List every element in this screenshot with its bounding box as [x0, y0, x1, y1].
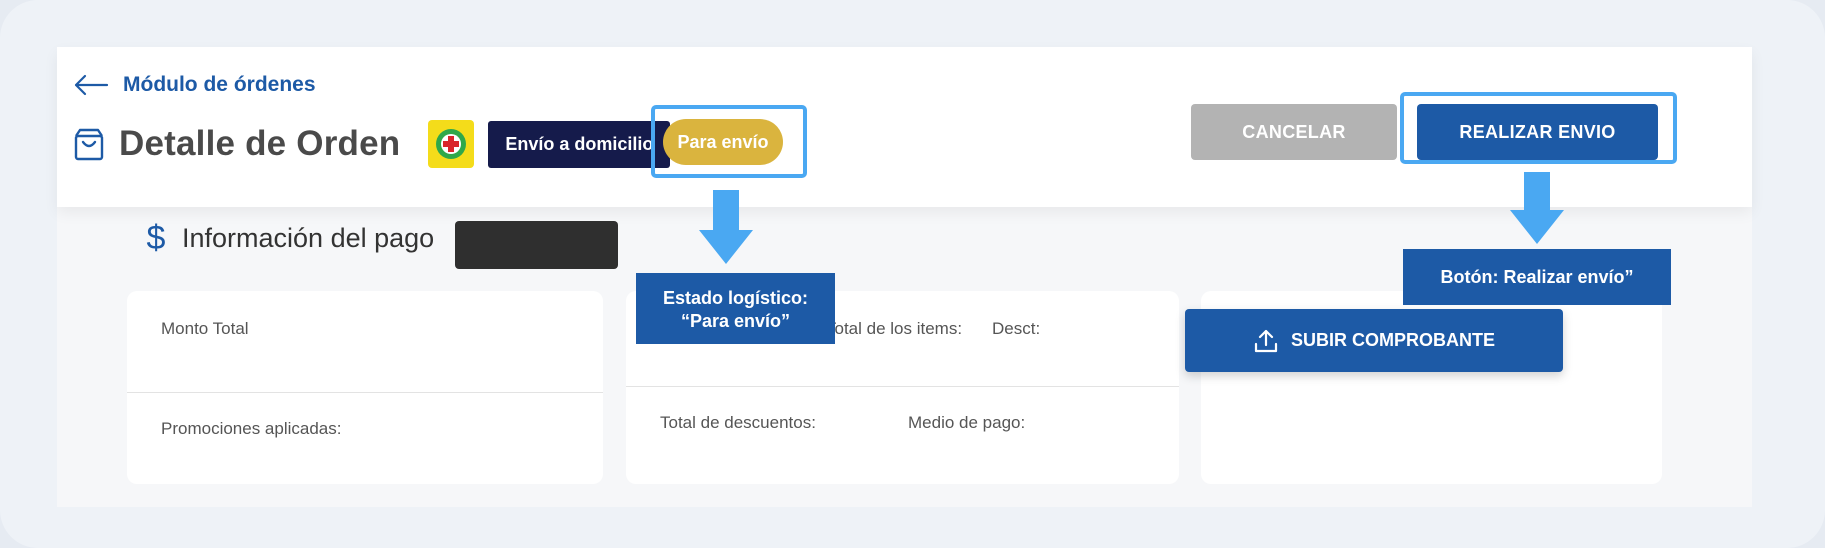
title-row: Detalle de Orden Envío a domicilio: [73, 117, 671, 171]
status-callout: Estado logístico: “Para envío”: [636, 273, 835, 344]
status-callout-line2: “Para envío”: [680, 311, 791, 331]
page-title: Detalle de Orden: [119, 124, 401, 163]
status-callout-line1: Estado logístico:: [662, 288, 808, 308]
payment-section-label: Información del pago: [182, 223, 435, 253]
total-discounts-label: Total de descuentos:: [660, 413, 816, 432]
shopping-bag-icon: [74, 128, 104, 161]
payment-section-title: $ Información del pago: [142, 219, 435, 258]
total-amount-label: Monto Total: [161, 319, 249, 338]
upload-button-label: SUBIR COMPROBANTE: [1290, 330, 1495, 350]
pharmacy-logo-icon: [428, 120, 475, 168]
card-divider: [127, 392, 603, 393]
cancel-button[interactable]: CANCELAR: [1191, 104, 1397, 160]
redacted-block: [455, 221, 618, 269]
upload-receipt-button[interactable]: SUBIR COMPROBANTE: [1185, 309, 1563, 372]
shipping-type-chip: Envío a domicilio: [488, 120, 671, 168]
send-button-callout: Botón: Realizar envío”: [1403, 249, 1671, 305]
screenshot-frame: Módulo de órdenes Detalle de Orden Envío…: [0, 0, 1825, 548]
send-button-highlight-box: [1400, 92, 1677, 164]
back-link-label: Módulo de órdenes: [123, 73, 316, 96]
dollar-icon: $: [146, 219, 166, 257]
order-header: Módulo de órdenes Detalle de Orden Envío…: [57, 47, 1752, 207]
discount-label: Desct:: [992, 319, 1041, 338]
payment-method-label: Medio de pago:: [908, 413, 1026, 432]
payment-total-card: Monto Total Promociones aplicadas:: [127, 291, 603, 484]
status-highlight-box: [651, 105, 807, 178]
back-arrow-icon: [74, 74, 109, 96]
card-divider: [626, 386, 1179, 387]
arrow-down-icon: [1510, 172, 1564, 244]
items-total-label: Total de los items:: [826, 319, 963, 338]
arrow-down-icon: [699, 190, 753, 264]
upload-icon: [1254, 329, 1278, 352]
promotions-label: Promociones aplicadas:: [161, 419, 342, 438]
back-link[interactable]: Módulo de órdenes: [73, 73, 316, 97]
